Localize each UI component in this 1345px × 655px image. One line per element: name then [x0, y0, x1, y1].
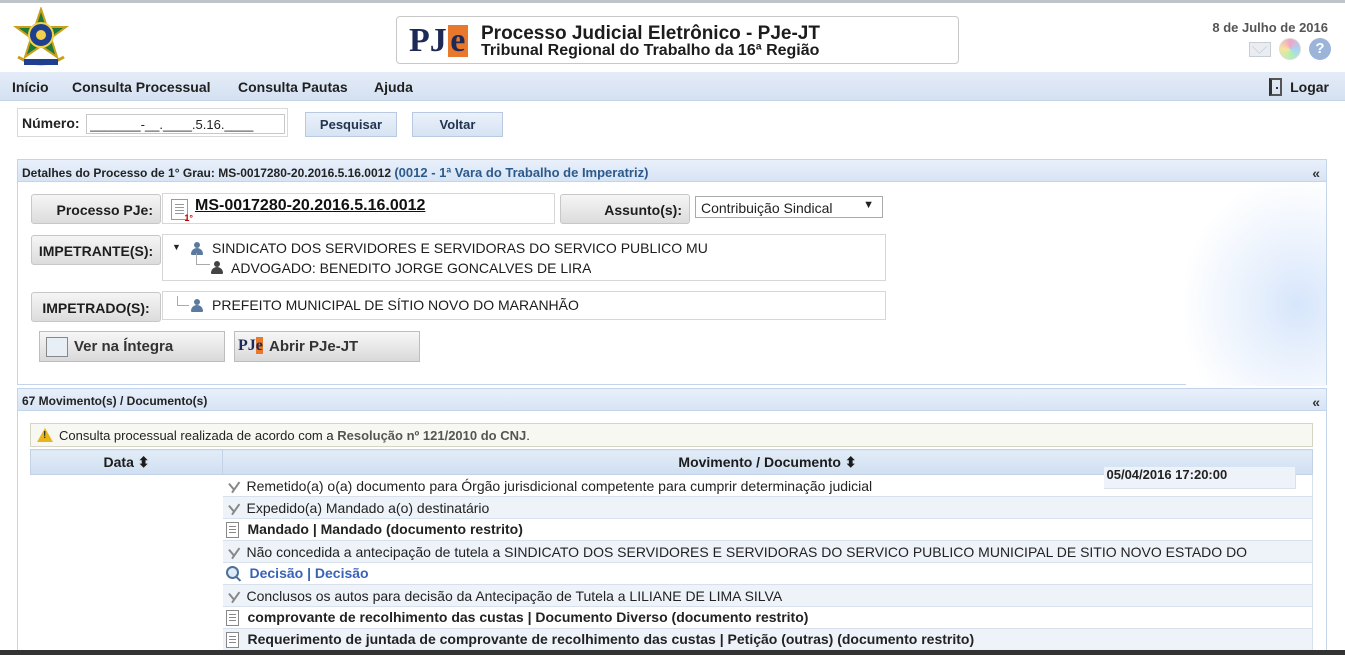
impetrado-field: PREFEITO MUNICIPAL DE SÍTIO NOVO DO MARA… — [162, 291, 886, 320]
document-icon: 1° — [171, 199, 193, 223]
impetrante-field: ▼ SINDICATO DOS SERVIDORES E SERVIDORAS … — [162, 234, 886, 281]
ver-integra-button[interactable]: Ver na Íntegra — [39, 331, 225, 362]
check-icon — [226, 591, 240, 603]
document-link[interactable]: Mandado | Mandado (documento restrito) — [248, 521, 523, 537]
court-title: Tribunal Regional do Trabalho da 16ª Reg… — [481, 42, 820, 59]
document-icon — [225, 610, 239, 627]
help-icon[interactable]: ? — [1309, 38, 1331, 60]
movement-text: Expedido(a) Mandado a(o) destinatário — [246, 499, 490, 516]
check-icon — [226, 547, 240, 559]
numero-label: Número: — [22, 115, 80, 131]
assunto-select[interactable]: Contribuição Sindical ▼ — [695, 196, 883, 218]
pje-small-logo-icon: PJe — [238, 337, 263, 354]
table-row: 05/04/2016 17:20:00 Requerimento de junta… — [31, 466, 1313, 651]
logar-link[interactable]: Logar — [1269, 78, 1329, 96]
table-row: 12/04/2016 11:36:37Decisão | Decisão — [31, 466, 1313, 585]
table-row: 17/06/2016 11:08:34Mandado | Mandado (do… — [31, 466, 1313, 541]
color-theme-icon[interactable] — [1279, 38, 1301, 60]
current-date: 8 de Julho de 2016 — [1212, 20, 1328, 35]
notice-text: Consulta processual realizada de acordo … — [59, 428, 334, 443]
table-row: 17/06/2016 11:08:36Expedido(a) Mandado a… — [31, 466, 1313, 519]
tree-connector — [196, 253, 210, 265]
movement-text: Não concedida a antecipação de tutela a … — [246, 543, 1248, 560]
document-link[interactable]: comprovante de recolhimento das custas |… — [248, 609, 809, 625]
document-link[interactable]: Requerimento de juntada de comprovante d… — [248, 631, 975, 647]
movement-cell: Decisão | Decisão — [222, 562, 1313, 585]
movements-header: 67 Movimento(s) / Documento(s) « — [18, 389, 1326, 411]
document-icon — [225, 632, 239, 649]
assunto-value: Contribuição Sindical — [701, 200, 833, 216]
impetrante-name: SINDICATO DOS SERVIDORES E SERVIDORAS DO… — [212, 240, 708, 256]
movement-cell: comprovante de recolhimento das custas |… — [222, 606, 1313, 629]
movement-cell: Requerimento de juntada de comprovante d… — [222, 628, 1313, 651]
movements-table: Data ⬍ Movimento / Documento ⬍ 17/06/201… — [30, 449, 1313, 651]
mail-icon[interactable] — [1249, 41, 1271, 57]
processo-field: 1° MS-0017280-20.2016.5.16.0012 — [162, 193, 555, 224]
lawyer-icon — [211, 261, 223, 274]
logar-label: Logar — [1290, 79, 1329, 95]
tree-connector — [177, 296, 189, 306]
movement-cell: Mandado | Mandado (documento restrito) — [222, 518, 1313, 541]
expand-tree-icon[interactable]: ▼ — [172, 242, 181, 252]
impetrado-name: PREFEITO MUNICIPAL DE SÍTIO NOVO DO MARA… — [212, 297, 579, 313]
document-view-icon — [46, 337, 68, 357]
header-icons: ? — [1249, 38, 1331, 60]
menu-item-consulta-pautas[interactable]: Consulta Pautas — [238, 79, 348, 95]
bottom-edge — [0, 650, 1345, 655]
assunto-label: Assunto(s): — [560, 194, 690, 224]
movement-cell: Expedido(a) Mandado a(o) destinatário — [222, 496, 1313, 519]
system-title-box: PJ e Processo Judicial Eletrônico - PJe-J… — [396, 16, 959, 64]
movements-panel: 67 Movimento(s) / Documento(s) « Consult… — [17, 388, 1327, 655]
process-details-header: Detalhes do Processo de 1° Grau: MS-0017… — [18, 160, 1326, 182]
brazil-coat-of-arms-icon — [12, 7, 70, 66]
menu-item-ajuda[interactable]: Ajuda — [374, 79, 413, 95]
menu-item-inicio[interactable]: Início — [12, 79, 49, 95]
notice-suffix: . — [526, 428, 530, 443]
check-icon — [226, 481, 240, 493]
advogado-name: ADVOGADO: BENEDITO JORGE GONCALVES DE LI… — [231, 260, 592, 276]
decorative-swoosh — [1186, 183, 1326, 386]
process-details-panel: Detalhes do Processo de 1° Grau: MS-0017… — [17, 159, 1327, 386]
person-icon — [191, 299, 203, 312]
abrir-pje-button[interactable]: PJe Abrir PJe-JT — [234, 331, 420, 362]
voltar-button[interactable]: Voltar — [412, 112, 503, 137]
movement-date: 05/04/2016 17:20:00 — [1103, 466, 1296, 489]
document-link[interactable]: Decisão | Decisão — [250, 565, 369, 581]
impetrante-label: IMPETRANTE(S): — [31, 235, 161, 265]
vara-text: (0012 - 1ª Vara do Trabalho de Imperatri… — [394, 165, 649, 180]
door-icon — [1269, 78, 1283, 96]
chevron-down-icon: ▼ — [863, 199, 874, 211]
table-row: 08/04/2016 12:15:06Conclusos os autos pa… — [31, 466, 1313, 607]
magnifier-icon — [225, 566, 242, 582]
movements-count: 67 Movimento(s) / Documento(s) — [22, 394, 208, 408]
pesquisar-button[interactable]: Pesquisar — [305, 112, 397, 137]
menu-item-consulta-processual[interactable]: Consulta Processual — [72, 79, 211, 95]
movement-cell: Não concedida a antecipação de tutela a … — [222, 540, 1313, 563]
page-header: PJ e Processo Judicial Eletrônico - PJe-J… — [0, 0, 1345, 72]
pje-logo: PJ e — [409, 24, 468, 58]
impetrado-label: IMPETRADO(S): — [31, 292, 161, 322]
movement-cell: Conclusos os autos para decisão da Antec… — [222, 584, 1313, 607]
movement-text: Conclusos os autos para decisão da Antec… — [246, 587, 783, 604]
collapse-movements-button[interactable]: « — [1312, 394, 1320, 410]
collapse-details-button[interactable]: « — [1312, 165, 1320, 181]
cnj-notice: Consulta processual realizada de acordo … — [30, 423, 1313, 447]
warning-icon — [37, 428, 53, 442]
details-header-text: Detalhes do Processo de 1° Grau: MS-0017… — [22, 166, 391, 180]
process-number-input[interactable] — [86, 114, 285, 134]
table-row: 05/04/2016 17:20:01comprovante de recolh… — [31, 466, 1313, 629]
column-header-date[interactable]: Data ⬍ — [30, 449, 223, 475]
movement-text: Remetido(a) o(a) documento para Órgão ju… — [246, 477, 873, 494]
abrir-pje-label: Abrir PJe-JT — [269, 338, 359, 355]
document-icon — [225, 522, 239, 539]
processo-label: Processo PJe: — [31, 194, 161, 224]
process-number-link[interactable]: MS-0017280-20.2016.5.16.0012 — [195, 197, 425, 215]
ver-integra-label: Ver na Íntegra — [74, 338, 174, 355]
notice-resolution: Resolução nº 121/2010 do CNJ — [337, 428, 527, 443]
process-search-box: Número: — [17, 108, 288, 137]
main-menu-bar: Início Consulta Processual Consulta Paut… — [0, 72, 1345, 101]
check-icon — [226, 503, 240, 515]
table-row: 12/04/2016 11:36:37Não concedida a antec… — [31, 466, 1313, 563]
